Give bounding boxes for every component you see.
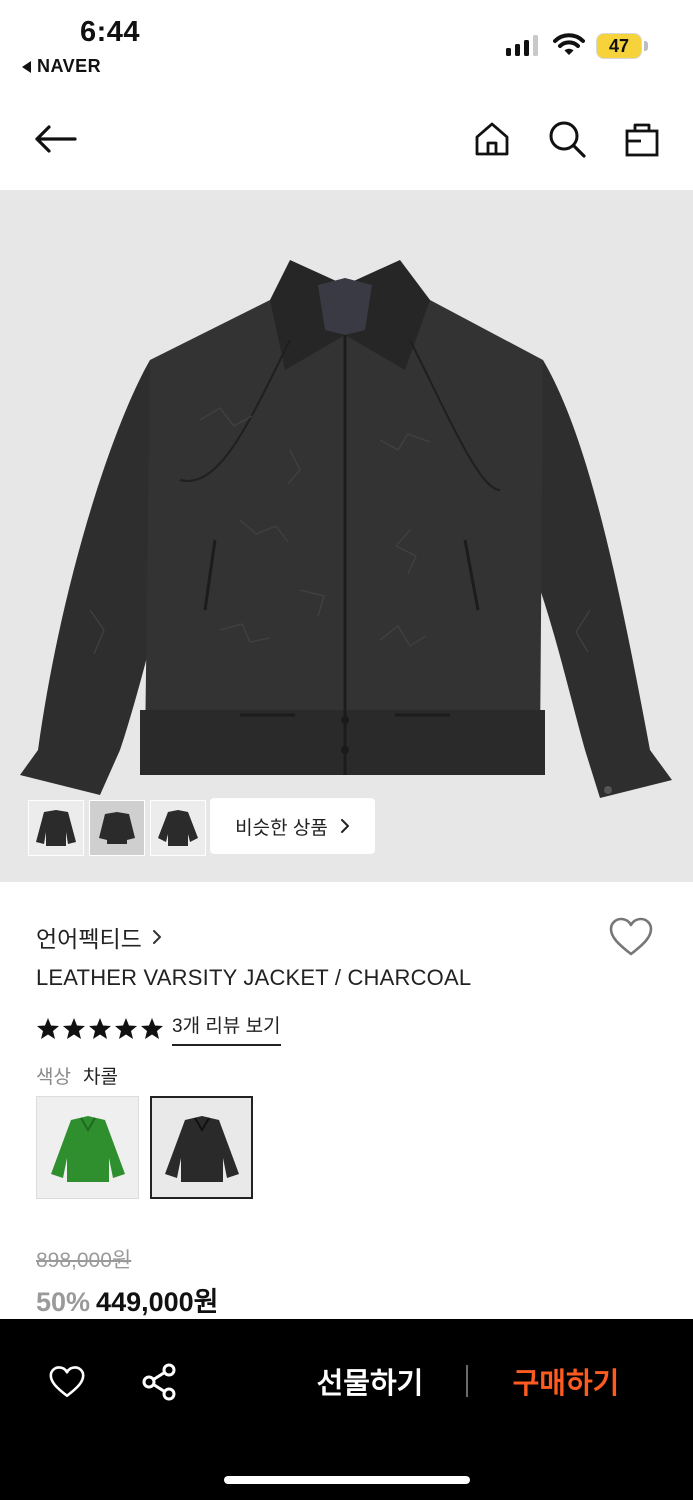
back-triangle-icon — [22, 60, 31, 73]
star-icon — [89, 1018, 111, 1039]
gift-button[interactable]: 선물하기 — [300, 1355, 440, 1407]
shopping-bag-icon[interactable] — [617, 114, 667, 164]
chevron-right-icon — [340, 819, 349, 833]
color-value: 차콜 — [82, 1067, 118, 1088]
battery-level: 47 — [608, 35, 630, 56]
brand-link[interactable]: 언어펙티드 — [36, 920, 162, 954]
product-image-gallery[interactable]: 비슷한 상품 — [0, 190, 693, 882]
gallery-thumbnail[interactable] — [150, 800, 206, 856]
price-row: 50% 449,000원 — [36, 1280, 219, 1319]
back-app-label: NAVER — [37, 56, 102, 76]
color-swatch-charcoal[interactable] — [150, 1096, 253, 1199]
home-indicator[interactable] — [224, 1476, 470, 1484]
status-time: 6:44 — [80, 16, 141, 48]
back-arrow-icon[interactable] — [30, 114, 80, 164]
button-divider — [466, 1365, 468, 1397]
sale-price: 449,000원 — [96, 1287, 219, 1317]
star-icon — [37, 1018, 59, 1039]
gallery-thumbnail[interactable] — [89, 800, 145, 856]
original-price: 898,000원 — [36, 1249, 132, 1272]
wifi-icon — [553, 33, 585, 62]
cellular-signal-icon — [506, 34, 538, 56]
top-navigation — [0, 92, 693, 188]
color-option-row: 색상 차콜 — [36, 1062, 118, 1089]
gallery-thumbnail[interactable] — [28, 800, 84, 856]
wishlist-heart-icon[interactable] — [608, 916, 658, 966]
view-reviews-link[interactable]: 3개 리뷰 보기 — [172, 1011, 281, 1046]
similar-products-button[interactable]: 비슷한 상품 — [210, 798, 375, 854]
search-icon[interactable] — [542, 114, 592, 164]
brand-name: 언어펙티드 — [36, 926, 142, 952]
status-bar: 6:44 NAVER 47 — [0, 0, 693, 90]
chevron-right-icon — [152, 930, 161, 944]
star-icon — [63, 1018, 85, 1039]
heart-icon[interactable] — [42, 1357, 92, 1407]
star-icon — [141, 1018, 163, 1039]
home-icon[interactable] — [467, 114, 517, 164]
color-swatch-green[interactable] — [36, 1096, 139, 1199]
bottom-action-bar: 선물하기 구매하기 — [0, 1319, 693, 1500]
buy-button[interactable]: 구매하기 — [496, 1355, 636, 1407]
star-rating — [36, 1017, 164, 1040]
discount-rate: 50% — [36, 1287, 91, 1317]
battery-icon: 47 — [596, 33, 648, 59]
product-name: LEATHER VARSITY JACKET / CHARCOAL — [36, 965, 472, 990]
color-label: 색상 — [36, 1067, 71, 1088]
product-photo — [20, 260, 672, 798]
share-icon[interactable] — [134, 1357, 184, 1407]
star-icon — [115, 1018, 137, 1039]
rating-row: 3개 리뷰 보기 — [36, 1011, 281, 1046]
back-to-app-link[interactable]: NAVER — [22, 56, 101, 77]
similar-products-label: 비슷한 상품 — [235, 817, 328, 839]
